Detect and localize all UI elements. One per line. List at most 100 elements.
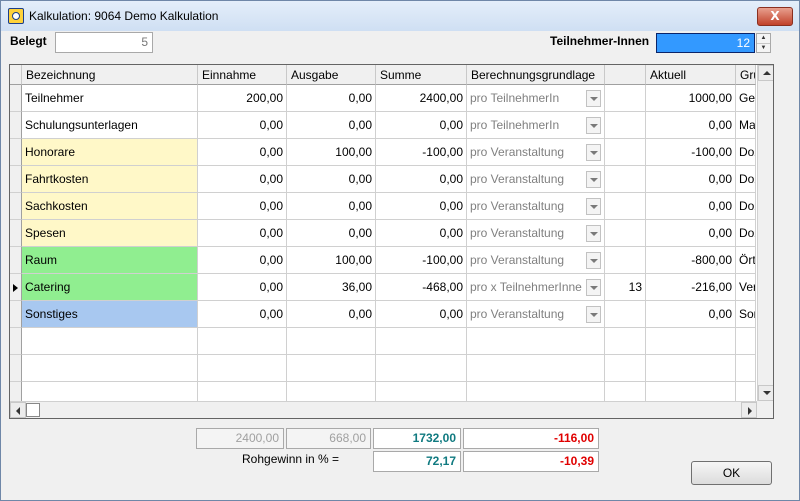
cell-ein[interactable]: 0,00 xyxy=(198,274,287,301)
cell-sum[interactable]: 2400,00 xyxy=(376,85,467,112)
cell-akt[interactable]: -216,00 xyxy=(646,274,736,301)
cell-bez[interactable] xyxy=(22,328,198,355)
cell-akt[interactable]: 0,00 xyxy=(646,166,736,193)
row-indicator[interactable] xyxy=(10,85,22,112)
row-indicator[interactable] xyxy=(10,328,22,355)
cell-bez[interactable]: Sonstiges xyxy=(22,301,198,328)
cell-aus[interactable]: 0,00 xyxy=(287,193,376,220)
dropdown-arrow-icon[interactable] xyxy=(586,279,601,296)
table-row[interactable]: Sonstiges 0,00 0,00 0,00 pro Veranstaltung 0,… xyxy=(10,301,756,328)
scroll-left-icon[interactable] xyxy=(10,402,26,418)
cell-ber[interactable]: pro Veranstaltung xyxy=(467,193,605,220)
dropdown-arrow-icon[interactable] xyxy=(586,117,601,134)
cell-bez[interactable]: Sachkosten xyxy=(22,193,198,220)
cell-sum[interactable]: 0,00 xyxy=(376,193,467,220)
cell-aus[interactable]: 100,00 xyxy=(287,247,376,274)
dropdown-arrow-icon[interactable] xyxy=(586,171,601,188)
cell-aus[interactable]: 0,00 xyxy=(287,85,376,112)
cell-gru[interactable] xyxy=(736,355,756,382)
cell-ein[interactable]: 0,00 xyxy=(198,193,287,220)
cell-num[interactable] xyxy=(605,193,646,220)
cell-num[interactable] xyxy=(605,85,646,112)
row-indicator[interactable] xyxy=(10,247,22,274)
dropdown-arrow-icon[interactable] xyxy=(586,144,601,161)
cell-bez[interactable] xyxy=(22,355,198,382)
cell-aus[interactable] xyxy=(287,355,376,382)
dropdown-arrow-icon[interactable] xyxy=(586,252,601,269)
cell-bez[interactable]: Fahrtkosten xyxy=(22,166,198,193)
cell-ber[interactable]: pro Veranstaltung xyxy=(467,139,605,166)
cell-ber[interactable]: pro Veranstaltung xyxy=(467,247,605,274)
cell-ein[interactable]: 0,00 xyxy=(198,301,287,328)
cell-bez[interactable]: Raum xyxy=(22,247,198,274)
cell-num[interactable] xyxy=(605,247,646,274)
cell-gru[interactable]: Örtl xyxy=(736,247,756,274)
cell-sum[interactable]: 0,00 xyxy=(376,220,467,247)
teilnehmer-spinner[interactable]: ▲ ▼ xyxy=(756,33,771,53)
cell-ein[interactable]: 200,00 xyxy=(198,85,287,112)
cell-akt[interactable] xyxy=(646,355,736,382)
cell-aus[interactable]: 0,00 xyxy=(287,112,376,139)
horizontal-scrollbar[interactable] xyxy=(10,401,757,418)
cell-ein[interactable] xyxy=(198,355,287,382)
table-row[interactable]: Teilnehmer 200,00 0,00 2400,00 pro Teilnehme… xyxy=(10,85,756,112)
cell-sum[interactable]: -100,00 xyxy=(376,247,467,274)
cell-gru[interactable]: Mat xyxy=(736,112,756,139)
table-row[interactable]: Raum 0,00 100,00 -100,00 pro Veranstaltung -8… xyxy=(10,247,756,274)
cell-num[interactable] xyxy=(605,139,646,166)
cell-ein[interactable]: 0,00 xyxy=(198,247,287,274)
vertical-scrollbar[interactable] xyxy=(757,65,773,401)
cell-ber[interactable]: pro Veranstaltung xyxy=(467,220,605,247)
row-indicator[interactable] xyxy=(10,166,22,193)
scroll-up-icon[interactable] xyxy=(758,65,773,81)
col-header-bezeichnung[interactable]: Bezeichnung xyxy=(22,65,198,85)
row-indicator[interactable] xyxy=(10,301,22,328)
col-header-summe[interactable]: Summe xyxy=(376,65,467,85)
table-row[interactable]: Sachkosten 0,00 0,00 0,00 pro Veranstaltung 0… xyxy=(10,193,756,220)
cell-aus[interactable]: 0,00 xyxy=(287,301,376,328)
cell-gru[interactable]: Gel xyxy=(736,85,756,112)
cell-ein[interactable]: 0,00 xyxy=(198,139,287,166)
spin-up-icon[interactable]: ▲ xyxy=(757,34,770,44)
cell-bez[interactable]: Schulungsunterlagen xyxy=(22,112,198,139)
cell-gru[interactable]: Doz xyxy=(736,166,756,193)
col-header-gruppe[interactable]: Gru xyxy=(736,65,756,85)
cell-gru[interactable]: Doz xyxy=(736,139,756,166)
dropdown-arrow-icon[interactable] xyxy=(586,225,601,242)
cell-ber[interactable] xyxy=(467,355,605,382)
cell-sum[interactable]: -468,00 xyxy=(376,274,467,301)
cell-bez[interactable]: Honorare xyxy=(22,139,198,166)
cell-sum[interactable] xyxy=(376,328,467,355)
empty-table-row[interactable] xyxy=(10,328,756,355)
cell-gru[interactable]: Doz xyxy=(736,193,756,220)
table-row[interactable]: Catering 0,00 36,00 -468,00 pro x Teilnehmer… xyxy=(10,274,756,301)
row-indicator[interactable] xyxy=(10,274,22,301)
cell-ber[interactable]: pro x TeilnehmerInne xyxy=(467,274,605,301)
col-header-aktuell[interactable]: Aktuell xyxy=(646,65,736,85)
table-row[interactable]: Spesen 0,00 0,00 0,00 pro Veranstaltung 0,00 D… xyxy=(10,220,756,247)
cell-sum[interactable]: 0,00 xyxy=(376,301,467,328)
cell-sum[interactable] xyxy=(376,355,467,382)
cell-ber[interactable]: pro TeilnehmerIn xyxy=(467,112,605,139)
cell-num[interactable] xyxy=(605,112,646,139)
cell-ein[interactable]: 0,00 xyxy=(198,112,287,139)
table-row[interactable]: Honorare 0,00 100,00 -100,00 pro Veranstaltu… xyxy=(10,139,756,166)
cell-akt[interactable]: 0,00 xyxy=(646,220,736,247)
col-header-ausgabe[interactable]: Ausgabe xyxy=(287,65,376,85)
ok-button[interactable]: OK xyxy=(691,461,772,485)
cell-ber[interactable] xyxy=(467,328,605,355)
cell-num[interactable] xyxy=(605,301,646,328)
cell-ein[interactable]: 0,00 xyxy=(198,166,287,193)
cell-gru[interactable] xyxy=(736,328,756,355)
cell-akt[interactable]: 0,00 xyxy=(646,301,736,328)
teilnehmer-input[interactable]: 12 xyxy=(656,33,755,53)
cell-akt[interactable]: 0,00 xyxy=(646,193,736,220)
cell-ber[interactable]: pro Veranstaltung xyxy=(467,166,605,193)
cell-bez[interactable]: Catering xyxy=(22,274,198,301)
close-button[interactable]: X xyxy=(757,7,793,26)
cell-ber[interactable]: pro Veranstaltung xyxy=(467,301,605,328)
scroll-right-icon[interactable] xyxy=(741,402,757,418)
cell-gru[interactable]: Doz xyxy=(736,220,756,247)
dropdown-arrow-icon[interactable] xyxy=(586,90,601,107)
cell-num[interactable] xyxy=(605,166,646,193)
